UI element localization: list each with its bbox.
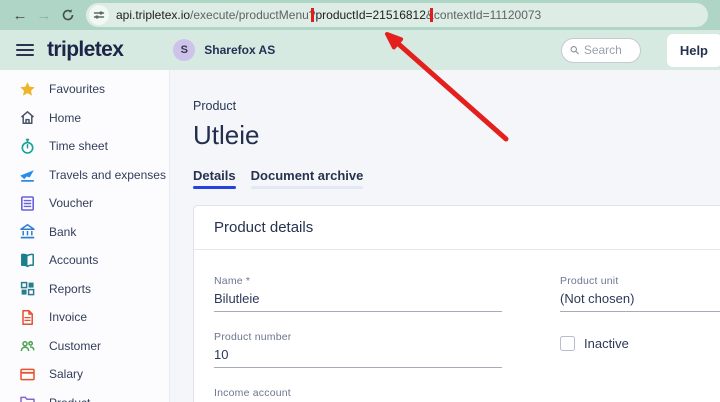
breadcrumb: Product [193, 99, 237, 113]
product-details-card: Product details Name * Bilutleie Product… [193, 205, 720, 402]
inactive-checkbox[interactable] [560, 336, 575, 351]
sidebar-item-travels[interactable]: Travels and expenses [0, 161, 169, 190]
url-domain: api.tripletex.io [116, 8, 191, 22]
product-number-field[interactable]: Product number 10 [214, 331, 502, 368]
forward-icon[interactable]: → [32, 8, 56, 23]
salary-card-icon [19, 366, 36, 383]
tripletex-logo: tripletex [47, 38, 124, 61]
invoice-document-icon [19, 309, 36, 326]
tab-details[interactable]: Details [193, 168, 236, 189]
stopwatch-icon [19, 138, 36, 155]
product-unit-label: Product unit [560, 275, 619, 287]
company-switcher[interactable]: S Sharefox AS [173, 39, 275, 61]
sidebar-item-home[interactable]: Home [0, 104, 169, 133]
sidebar-item-product[interactable]: Product [0, 389, 169, 402]
folder-icon [19, 394, 36, 402]
name-field[interactable]: Name * Bilutleie [214, 275, 502, 312]
site-settings-icon[interactable] [89, 5, 109, 25]
product-unit-field[interactable]: Product unit (Not chosen) [560, 275, 720, 312]
airplane-icon [19, 166, 36, 183]
home-icon [19, 109, 36, 126]
url-text[interactable]: api.tripletex.io/execute/productMenu?pro… [116, 8, 541, 22]
voucher-document-icon [19, 195, 36, 212]
search-input[interactable] [583, 43, 632, 57]
search-box[interactable] [560, 37, 641, 63]
page-title: Utleie [193, 120, 260, 150]
url-suffix: &contextId=11120073 [425, 8, 542, 22]
dashboard-icon [19, 280, 36, 297]
sidebar: Favourites Home Time sheet Travels and e… [0, 70, 170, 402]
product-number-label: Product number [214, 331, 292, 343]
app-header: tripletex S Sharefox AS Help [0, 30, 720, 70]
tab-document-archive[interactable]: Document archive [250, 168, 363, 189]
sidebar-item-time-sheet[interactable]: Time sheet [0, 132, 169, 161]
name-label: Name * [214, 275, 251, 287]
url-path: /execute/productMenu? [190, 8, 316, 22]
url-highlighted-product-id: productId=21516812 [315, 8, 426, 22]
sidebar-item-voucher[interactable]: Voucher [0, 189, 169, 218]
sidebar-item-salary[interactable]: Salary [0, 360, 169, 389]
sidebar-item-accounts[interactable]: Accounts [0, 246, 169, 275]
search-icon [570, 46, 579, 55]
sidebar-item-favourites[interactable]: Favourites [0, 75, 169, 104]
inactive-checkbox-row[interactable]: Inactive [560, 336, 720, 351]
bank-icon [19, 223, 36, 240]
product-unit-select[interactable]: (Not chosen) [560, 290, 720, 312]
book-icon [19, 252, 36, 269]
company-avatar: S [173, 39, 196, 61]
browser-address-bar: ← → api.tripletex.io/execute/productMenu… [0, 0, 720, 30]
income-account-label: Income account [214, 387, 291, 399]
people-icon [19, 337, 36, 354]
sidebar-item-invoice[interactable]: Invoice [0, 303, 169, 332]
inactive-label: Inactive [584, 336, 629, 351]
sidebar-item-reports[interactable]: Reports [0, 275, 169, 304]
name-input[interactable]: Bilutleie [214, 290, 502, 312]
product-number-input[interactable]: 10 [214, 346, 502, 368]
income-account-field[interactable]: Income account (Use standard account for… [214, 387, 502, 402]
reload-icon[interactable] [56, 8, 80, 22]
sidebar-item-bank[interactable]: Bank [0, 218, 169, 247]
sidebar-item-customer[interactable]: Customer [0, 332, 169, 361]
hamburger-menu-icon[interactable] [16, 41, 34, 59]
url-bar[interactable]: api.tripletex.io/execute/productMenu?pro… [86, 3, 708, 27]
company-name: Sharefox AS [204, 43, 276, 57]
star-icon [19, 81, 36, 98]
main-content: Product Utleie Details Document archive … [170, 70, 720, 402]
back-icon[interactable]: ← [8, 8, 32, 23]
tab-bar: Details Document archive [193, 168, 720, 189]
card-title: Product details [194, 206, 720, 250]
help-button[interactable]: Help [666, 33, 720, 67]
